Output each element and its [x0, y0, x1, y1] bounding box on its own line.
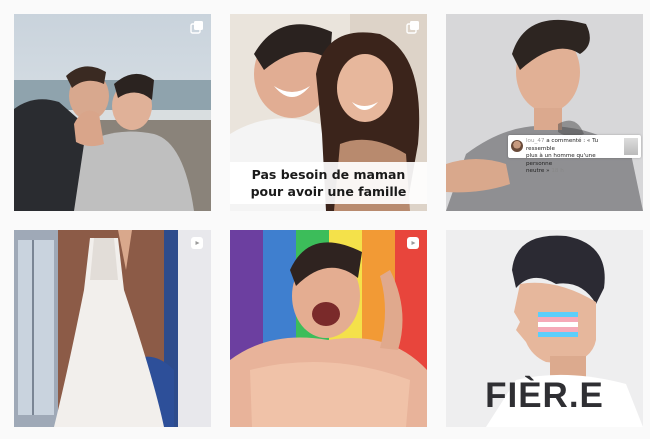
- post-image-wedding-dress: [14, 230, 211, 427]
- carousel-icon: [190, 20, 204, 34]
- comment-line-3: neutre »: [526, 168, 550, 174]
- comment-post-thumbnail: [624, 138, 638, 155]
- comment-text: lou_47 a commenté : « Tu ressemble plus …: [526, 138, 620, 176]
- post-tile-5[interactable]: [230, 230, 427, 427]
- carousel-icon: [406, 20, 420, 34]
- headline-text: FIÈR.E: [485, 376, 604, 415]
- post-tile-6[interactable]: FIÈR.E: [446, 230, 643, 427]
- post-image-portrait-pointing: [446, 14, 643, 211]
- comment-overlay: lou_47 a commenté : « Tu ressemble plus …: [508, 135, 641, 174]
- post-tile-3[interactable]: lou_47 a commenté : « Tu ressemble plus …: [446, 14, 643, 211]
- comment-line-2: plus à un homme qu'une personne: [526, 153, 596, 167]
- caption-line-2: pour avoir une famille: [250, 184, 407, 199]
- caption-line-1: Pas besoin de maman: [251, 167, 406, 182]
- comment-username: lou_47: [526, 138, 545, 144]
- commenter-avatar: [511, 140, 523, 152]
- comment-time: 18 h: [551, 168, 564, 174]
- post-image-beach-kiss: [14, 14, 211, 211]
- reel-icon: [190, 236, 204, 250]
- post-tile-2[interactable]: Pas besoin de maman pour avoir une famil…: [230, 14, 427, 211]
- post-tile-4[interactable]: [14, 230, 211, 427]
- post-tile-1[interactable]: [14, 14, 211, 211]
- post-image-pride-flag: [230, 230, 427, 427]
- post-caption: Pas besoin de maman pour avoir une famil…: [230, 162, 427, 204]
- reel-icon: [406, 236, 420, 250]
